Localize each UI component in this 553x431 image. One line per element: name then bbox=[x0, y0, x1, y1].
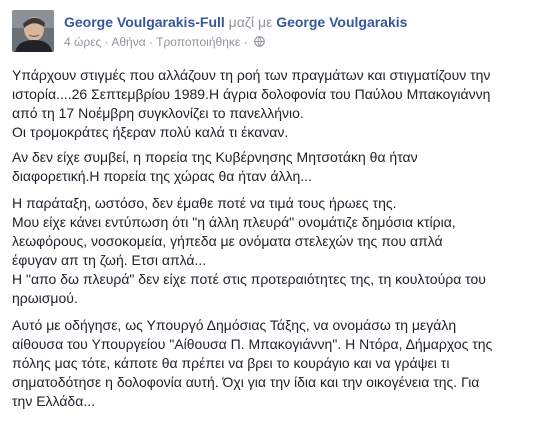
text-line: από τη 17 Νοέμβρη συγκλονίζει το πανελλή… bbox=[12, 105, 304, 121]
text-line: διαφορετική.Η πορεία της χώρας θα ήταν ά… bbox=[12, 168, 312, 184]
globe-icon[interactable] bbox=[254, 35, 265, 51]
paragraph: Αν δεν είχε συμβεί, η πορεία της Κυβέρνη… bbox=[12, 148, 544, 186]
text-line: Η παράταξη, ωστόσο, δεν έμαθε ποτέ να τι… bbox=[12, 195, 397, 211]
text-line: έφυγαν απ τη ζωή. Ετσι απλά... bbox=[12, 252, 207, 268]
facebook-post: George Voulgarakis-Full μαζί με George V… bbox=[0, 0, 553, 431]
paragraph: Υπάρχουν στιγμές που αλλάζουν τη ροή των… bbox=[12, 66, 544, 142]
post-text: Υπάρχουν στιγμές που αλλάζουν τη ροή των… bbox=[12, 66, 544, 417]
text-line: Μου είχε κάνει εντύπωση ότι "η άλλη πλευ… bbox=[12, 214, 456, 230]
location-link[interactable]: Αθήνα bbox=[111, 35, 145, 49]
timestamp-link[interactable]: 4 ώρες bbox=[64, 35, 101, 49]
separator-dot: · bbox=[243, 35, 248, 49]
text-line: την Ελλάδα... bbox=[12, 393, 95, 409]
avatar[interactable] bbox=[12, 10, 54, 52]
avatar-photo bbox=[12, 10, 54, 52]
text-line: Η "απο δω πλευρά" δεν είχε ποτέ στις προ… bbox=[12, 271, 486, 287]
text-line: αίθουσα του Υπουργείου "Αίθουσα Π. Μπακο… bbox=[12, 336, 493, 352]
text-line: Αυτό με οδήγησε, ως Υπουργό Δημόσιας Τάξ… bbox=[12, 317, 457, 333]
edited-link[interactable]: Τροποποιήθηκε bbox=[156, 35, 240, 49]
paragraph: Αυτό με οδήγησε, ως Υπουργό Δημόσιας Τάξ… bbox=[12, 316, 544, 411]
post-subline: 4 ώρες · Αθήνα · Τροποποιήθηκε · bbox=[64, 34, 407, 51]
tagged-person-link[interactable]: George Voulgarakis bbox=[276, 14, 407, 30]
text-line: Υπάρχουν στιγμές που αλλάζουν τη ροή των… bbox=[12, 67, 491, 83]
with-text: μαζί με bbox=[228, 14, 273, 30]
text-line: Αν δεν είχε συμβεί, η πορεία της Κυβέρνη… bbox=[12, 149, 418, 165]
paragraph: Η παράταξη, ωστόσο, δεν έμαθε ποτέ να τι… bbox=[12, 194, 544, 308]
separator-dot: · bbox=[104, 35, 109, 49]
text-line: σηματοδότησε η δολοφονία αυτή. Όχι για τ… bbox=[12, 374, 480, 390]
separator-dot: · bbox=[149, 35, 153, 49]
post-meta: George Voulgarakis-Full μαζί με George V… bbox=[64, 14, 407, 51]
author-line: George Voulgarakis-Full μαζί με George V… bbox=[64, 14, 407, 31]
text-line: λεωφόρους, νοσοκομεία, γήπεδα με ονόματα… bbox=[12, 233, 443, 249]
text-line: ηρωισμού. bbox=[12, 290, 78, 306]
text-line: ιστορία....26 Σεπτεμβρίου 1989.Η άγρια δ… bbox=[12, 86, 491, 102]
text-line: Οι τρομοκράτες ήξεραν πολύ καλά τι έκανα… bbox=[12, 124, 289, 140]
author-link[interactable]: George Voulgarakis-Full bbox=[64, 14, 225, 30]
text-line: πόλης μας τότε, κάποτε θα πρέπει να βρει… bbox=[12, 355, 450, 371]
